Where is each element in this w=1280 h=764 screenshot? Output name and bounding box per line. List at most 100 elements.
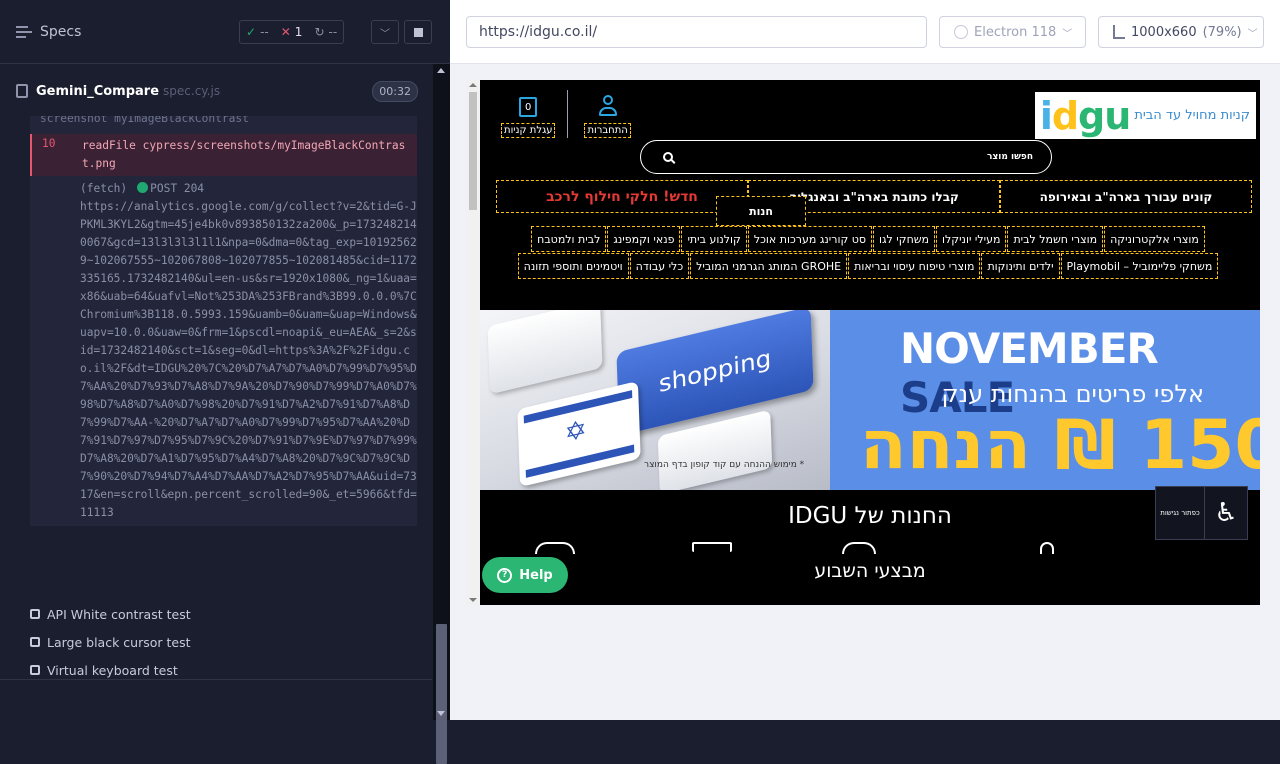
scroll-thumb[interactable] xyxy=(469,92,477,210)
promo-link[interactable]: חדש! חלקי חילוף לרכב xyxy=(496,180,748,213)
command-log: screenshot myImageBlackContrast 10 readF… xyxy=(30,116,417,582)
run-stats: ✓ -- ✕ 1 ↻ -- xyxy=(239,20,345,44)
store-icon xyxy=(1040,542,1054,554)
viewport-info[interactable]: 1000x660 (79%) ﹀ xyxy=(1098,16,1264,48)
scroll-down-icon[interactable] xyxy=(437,711,445,716)
site-logo[interactable]: קניות מחויל עד הבית idgu xyxy=(1035,92,1256,139)
shops-menu[interactable]: חנות xyxy=(716,196,806,226)
login-button[interactable]: התחברות xyxy=(584,95,631,138)
sale-amount: עד 1500 ₪ הנחה xyxy=(860,406,1260,485)
command-number: 10 xyxy=(42,137,56,150)
fetch-label: (fetch) xyxy=(80,182,128,195)
search-input[interactable]: חפשו מוצר xyxy=(987,152,1033,162)
cart-button[interactable]: 0 עגלת קניות xyxy=(501,97,556,138)
pending-count: -- xyxy=(328,25,338,39)
test-status-icon xyxy=(30,665,40,675)
store-icon xyxy=(842,542,876,554)
sale-panel: NOVEMBER SALE אלפי פריטים בהנחות ענק עד … xyxy=(830,310,1260,490)
sale-title-main: NOVEMBER xyxy=(900,324,1159,373)
search-icon[interactable] xyxy=(663,152,673,162)
test-title: Large black cursor test xyxy=(47,634,191,650)
specs-title: Specs xyxy=(40,23,82,40)
category-menu: מוצרי אלקטרוניקה מוצרי חשמל לבית מעילי י… xyxy=(496,226,1240,279)
category-link[interactable]: פנאי וקמפינג xyxy=(607,226,681,252)
promo-link[interactable]: קונים עבורך בארה"ב ובאירופה xyxy=(1000,180,1252,213)
search-bar[interactable]: חפשו מוצר xyxy=(640,140,1052,174)
log-scrollbar[interactable] xyxy=(433,64,450,764)
status-dot-icon xyxy=(137,182,149,193)
spec-ext: spec.cy.js xyxy=(163,84,221,98)
fetch-url: https://analytics.google.com/g/collect?v… xyxy=(80,200,417,519)
category-link[interactable]: ילדים ותינוקות xyxy=(981,253,1060,279)
category-link[interactable]: משחקי לגו xyxy=(873,226,936,252)
banner-note: * מימוש ההנחה עם קוד קופון בדף המוצר xyxy=(644,460,805,470)
fetch-status: POST 204 xyxy=(150,182,205,195)
weekly-deals-heading: מבצעי השבוע xyxy=(814,560,926,582)
logo-tagline: קניות מחויל עד הבית xyxy=(1134,108,1250,123)
chevron-down-icon: ﹀ xyxy=(1062,28,1073,40)
star-of-david-icon: ✡ xyxy=(564,414,588,450)
electron-icon xyxy=(954,25,968,39)
shopping-key-label: shopping xyxy=(658,344,772,398)
stop-button[interactable] xyxy=(404,20,432,44)
sale-banner[interactable]: shopping ✡ * מימוש ההנחה עם קוד קופון בד… xyxy=(480,310,1260,490)
help-label: Help xyxy=(519,567,553,583)
log-previous-text: screenshot myImageBlackContrast xyxy=(40,116,249,125)
accessibility-icon: ♿ xyxy=(1204,487,1247,539)
failed-count: 1 xyxy=(294,25,303,39)
user-icon xyxy=(598,95,618,117)
category-link[interactable]: כלי עבודה xyxy=(629,253,690,279)
scroll-down-icon[interactable] xyxy=(469,598,477,602)
error-command-row[interactable]: 10 readFile cypress/screenshots/myImageB… xyxy=(30,134,417,176)
stores-heading: החנות של IDGU xyxy=(788,503,952,529)
stop-icon xyxy=(413,27,423,37)
store-icon xyxy=(535,542,575,554)
test-title: Virtual keyboard test xyxy=(47,662,178,678)
browser-name: Electron 118 xyxy=(974,24,1057,40)
sale-subtitle: אלפי פריטים בהנחות ענק xyxy=(941,380,1205,408)
cart-label: עגלת קניות xyxy=(501,123,556,138)
page-scrollbar[interactable] xyxy=(466,80,480,605)
divider xyxy=(0,679,432,680)
category-link[interactable]: משחקי פליימוביל – Playmobil xyxy=(1060,253,1219,279)
specs-toggle[interactable]: Specs xyxy=(16,24,81,40)
help-button[interactable]: ? Help xyxy=(482,557,568,593)
passed-count: -- xyxy=(260,25,269,39)
scroll-thumb[interactable] xyxy=(436,624,447,764)
category-link[interactable]: לבית ולמטבח xyxy=(531,226,607,252)
website: קניות מחויל עד הבית idgu 0 עגלת קניות הת… xyxy=(480,80,1260,605)
zoom-level: (79%) xyxy=(1202,24,1242,40)
spec-name[interactable]: Gemini_Compare xyxy=(36,84,159,99)
category-link[interactable]: מוצרי טיפוח עיסוי ובריאות xyxy=(848,253,981,279)
header-actions: 0 עגלת קניות התחברות xyxy=(501,90,631,138)
ruler-icon xyxy=(1113,25,1125,39)
category-link[interactable]: GROHE המותג הגרמני המוביל xyxy=(690,253,848,279)
category-link[interactable]: מוצרי אלקטרוניקה xyxy=(1104,226,1205,252)
category-link[interactable]: סט קורינג מערכות אוכל xyxy=(747,226,873,252)
accessibility-button[interactable]: כפתור נגישות ♿ xyxy=(1155,486,1248,540)
url-bar[interactable]: https://idgu.co.il/ xyxy=(466,16,927,48)
dropdown-button[interactable]: ﹀ xyxy=(371,20,399,44)
chevron-down-icon: ﹀ xyxy=(380,28,390,40)
test-item[interactable]: Large black cursor test xyxy=(30,628,191,656)
shopping-key: shopping xyxy=(616,310,814,436)
fetch-log-entry[interactable]: (fetch) POST 204 https://analytics.google… xyxy=(30,176,417,526)
command-log-panel: Specs ✓ -- ✕ 1 ↻ -- ﹀ Gemini_Compare spec.c… xyxy=(0,0,450,764)
duration-badge: 00:32 xyxy=(372,81,418,102)
shopping-bag-icon: 0 xyxy=(519,97,538,117)
cart-count: 0 xyxy=(525,101,532,113)
question-icon: ? xyxy=(497,567,513,583)
app-under-test: קניות מחויל עד הבית idgu 0 עגלת קניות הת… xyxy=(466,80,1260,605)
browser-selector[interactable]: Electron 118 ﹀ xyxy=(939,16,1086,48)
category-link[interactable]: קולנוע ביתי xyxy=(681,226,747,252)
scroll-up-icon[interactable] xyxy=(469,83,477,87)
category-link[interactable]: מוצרי חשמל לבית xyxy=(1007,226,1104,252)
chevron-down-icon: ﹀ xyxy=(1247,28,1258,40)
test-item[interactable]: API White contrast test xyxy=(30,600,191,628)
log-previous-row: screenshot myImageBlackContrast xyxy=(30,116,417,134)
viewport-size: 1000x660 xyxy=(1131,24,1197,40)
file-icon xyxy=(16,84,28,98)
category-link[interactable]: ויטמינים ותוספי תזונה xyxy=(517,253,629,279)
scroll-up-icon[interactable] xyxy=(437,68,445,73)
category-link[interactable]: מעילי יוניקלו xyxy=(936,226,1007,252)
